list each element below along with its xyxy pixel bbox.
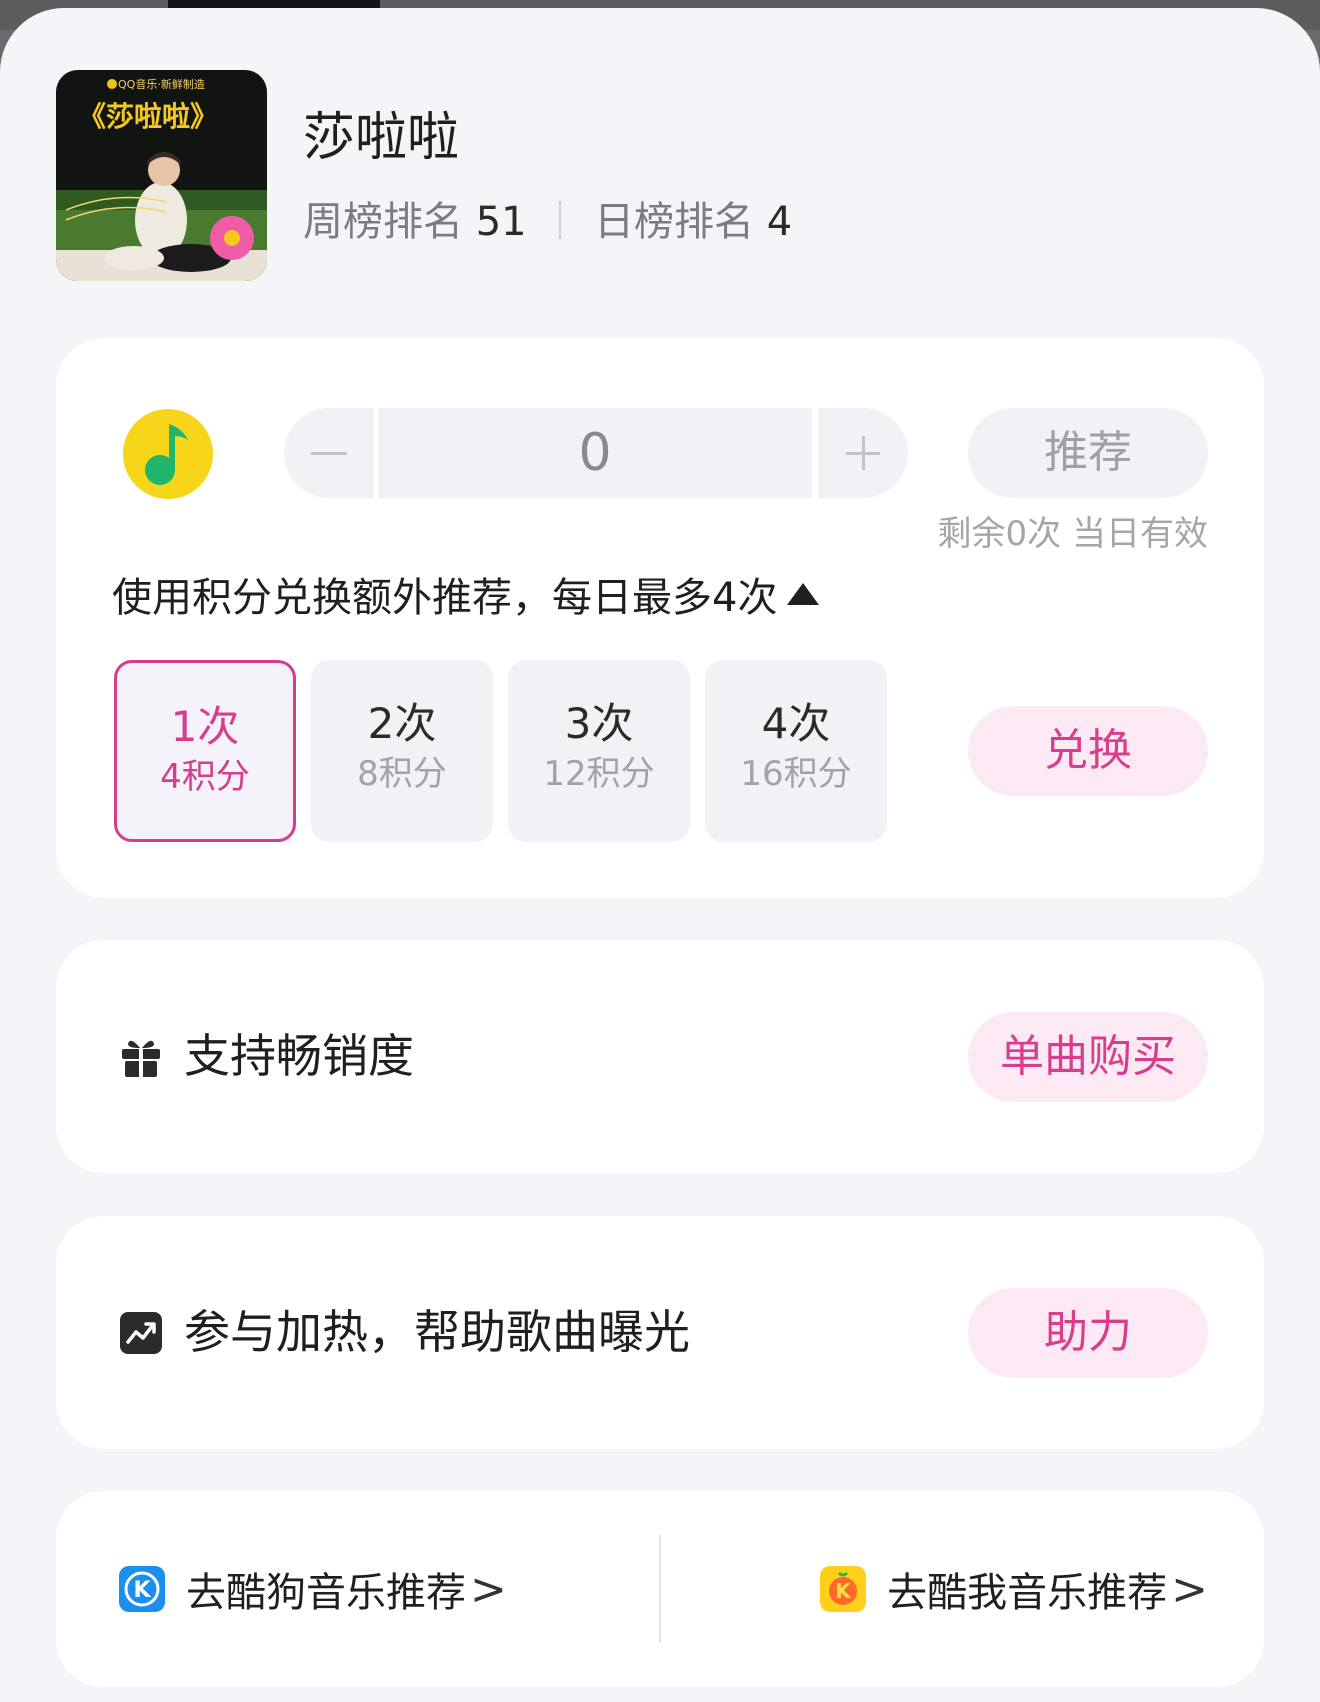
exchange-button[interactable]: 兑换 <box>968 706 1208 796</box>
option-times: 3次 <box>564 699 634 748</box>
recommend-count-value[interactable]: 0 <box>378 408 812 498</box>
remaining-note: 剩余0次 当日有效 <box>937 514 1208 554</box>
support-label: 支持畅销度 <box>184 1029 414 1083</box>
chevron-right-icon: > <box>1171 1563 1208 1615</box>
chevron-right-icon: > <box>470 1563 507 1615</box>
weekly-rank-label: 周榜排名 <box>303 199 463 245</box>
recommend-sheet: QQ音乐·新鲜制造 《莎啦啦》 莎啦啦 周榜排名 51 日榜排名 4 0 推荐 … <box>0 8 1320 1702</box>
links-divider <box>659 1535 661 1643</box>
trend-chart-icon <box>118 1310 164 1356</box>
recommend-count-stepper: 0 <box>284 408 908 498</box>
daily-rank-value: 4 <box>766 199 793 245</box>
exchange-option-4[interactable]: 4次 16积分 <box>705 660 887 842</box>
recommend-button[interactable]: 推荐 <box>968 408 1208 498</box>
rank-info: 周榜排名 51 日榜排名 4 <box>303 196 792 248</box>
kuwo-recommend-link[interactable]: K 去酷我音乐推荐 > <box>819 1563 1208 1616</box>
buy-single-button[interactable]: 单曲购买 <box>968 1012 1208 1102</box>
background-content <box>168 0 380 8</box>
daily-rank-label: 日榜排名 <box>594 199 755 245</box>
svg-text:《莎啦啦》: 《莎啦啦》 <box>78 100 218 133</box>
song-title: 莎啦啦 <box>303 108 460 168</box>
svg-text:K: K <box>133 1578 151 1603</box>
increment-button[interactable] <box>818 408 908 498</box>
external-links-card: K 去酷狗音乐推荐 > K 去酷我音乐推荐 > <box>56 1491 1264 1687</box>
kugou-recommend-link[interactable]: K 去酷狗音乐推荐 > <box>118 1563 507 1616</box>
recommend-card: 0 推荐 剩余0次 当日有效 使用积分兑换额外推荐，每日最多4次 1次 4积分 … <box>56 338 1264 898</box>
option-points: 12积分 <box>543 754 655 794</box>
kuwo-link-label: 去酷我音乐推荐 <box>887 1570 1168 1616</box>
svg-text:K: K <box>835 1579 852 1603</box>
exchange-note-text: 使用积分兑换额外推荐，每日最多4次 <box>112 575 778 621</box>
option-times: 2次 <box>367 699 437 748</box>
option-points: 16积分 <box>740 754 852 794</box>
exchange-option-1[interactable]: 1次 4积分 <box>114 660 296 842</box>
exchange-note-toggle[interactable]: 使用积分兑换额外推荐，每日最多4次 <box>112 572 820 624</box>
exchange-option-2[interactable]: 2次 8积分 <box>311 660 493 842</box>
kugou-link-label: 去酷狗音乐推荐 <box>186 1570 466 1616</box>
gift-icon <box>118 1034 164 1080</box>
option-times: 4次 <box>761 699 831 748</box>
decrement-button[interactable] <box>284 408 374 498</box>
exchange-option-3[interactable]: 3次 12积分 <box>508 660 690 842</box>
album-cover: QQ音乐·新鲜制造 《莎啦啦》 <box>56 70 267 281</box>
heat-card: 参与加热，帮助歌曲曝光 助力 <box>56 1216 1264 1449</box>
svg-text:QQ音乐·新鲜制造: QQ音乐·新鲜制造 <box>118 77 205 91</box>
option-times: 1次 <box>170 702 240 751</box>
rank-divider <box>559 201 562 239</box>
boost-button[interactable]: 助力 <box>968 1288 1208 1378</box>
option-points: 4积分 <box>160 757 250 797</box>
option-points: 8积分 <box>357 754 447 794</box>
kugou-icon: K <box>118 1565 166 1613</box>
kuwo-icon: K <box>819 1565 867 1613</box>
support-card: 支持畅销度 单曲购买 <box>56 940 1264 1173</box>
triangle-up-icon <box>787 583 820 605</box>
heat-label: 参与加热，帮助歌曲曝光 <box>184 1305 690 1359</box>
weekly-rank-value: 51 <box>475 199 527 245</box>
qq-music-icon <box>122 408 214 500</box>
